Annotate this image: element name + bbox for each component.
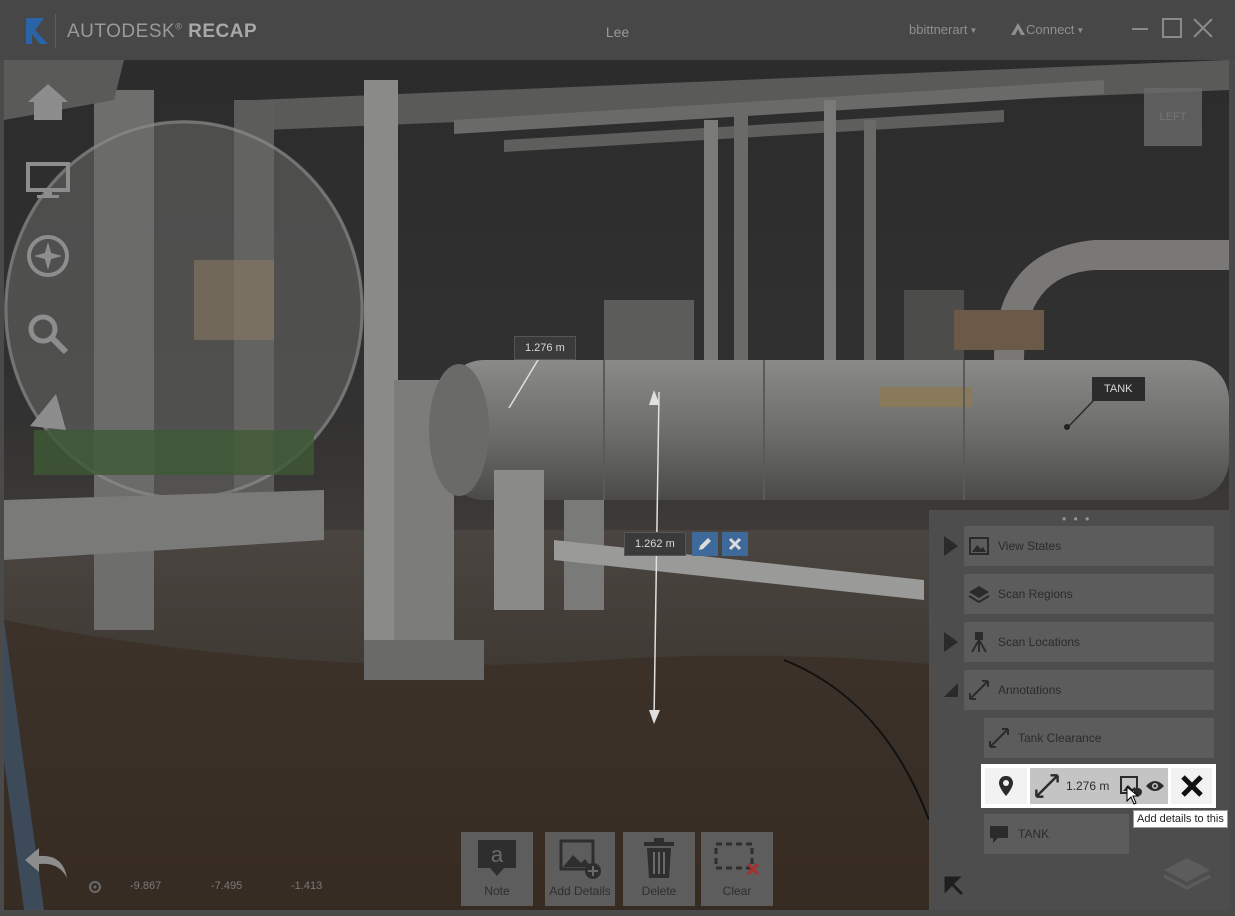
magnifier-icon (28, 314, 69, 355)
annotations-item[interactable]: Annotations (964, 670, 1214, 710)
view-states-item[interactable]: View States (964, 526, 1214, 566)
measure-diagonal-icon (968, 679, 990, 701)
view-states-label: View States (998, 539, 1062, 553)
delete-button[interactable]: Delete (623, 832, 695, 906)
delete-measurement-button[interactable] (722, 532, 748, 556)
user-menu[interactable]: bbittnerart ▼ (909, 22, 977, 37)
expand-arrow-icon[interactable] (944, 536, 958, 556)
scan-locations-label: Scan Locations (998, 635, 1081, 649)
view-cube-face-label: LEFT (1159, 111, 1187, 123)
cone-icon (30, 394, 66, 430)
selected-measurement-row[interactable]: 1.276 m (981, 764, 1216, 808)
trash-icon (644, 838, 674, 878)
measurement-label[interactable]: 1.276 m (514, 336, 576, 360)
view-cube[interactable]: LEFT (1144, 88, 1202, 146)
zoom-button[interactable] (24, 310, 72, 358)
clear-label: Clear (722, 884, 752, 898)
target-icon (89, 881, 101, 893)
compass-icon (27, 235, 69, 277)
scan-regions-item[interactable]: Scan Regions (964, 574, 1214, 614)
note-button[interactable]: a Note (461, 832, 533, 906)
add-details-button[interactable]: Add Details (545, 832, 615, 906)
close-icon[interactable] (1191, 16, 1215, 40)
limit-box-button[interactable] (24, 388, 72, 436)
coord-y: -7.495 (211, 880, 243, 892)
clear-selection-icon (714, 842, 760, 876)
undo-arrow-icon (25, 848, 67, 878)
minimize-icon[interactable] (1128, 16, 1152, 40)
speech-bubble-icon (988, 823, 1010, 845)
pencil-icon (699, 538, 711, 550)
collapse-arrow-icon[interactable] (944, 683, 958, 697)
title-bar: AUTODESK® RECAP Lee bbittnerart ▼ Connect… (0, 0, 1235, 60)
image-icon (968, 535, 990, 557)
tooltip: Add details to this (1133, 810, 1228, 828)
connect-menu[interactable]: Connect ▼ (1010, 22, 1084, 37)
tank-note-item[interactable]: TANK (984, 814, 1129, 854)
scan-locations-item[interactable]: Scan Locations (964, 622, 1214, 662)
add-details-label: Add Details (549, 884, 611, 898)
clear-button[interactable]: Clear (701, 832, 773, 906)
autodesk-a-icon (1011, 23, 1025, 35)
delete-label: Delete (641, 884, 677, 898)
home-icon (28, 84, 68, 120)
coord-z: -1.413 (291, 880, 323, 892)
note-glyph: a (491, 842, 504, 867)
add-image-icon (559, 839, 601, 879)
undock-arrow-icon[interactable] (942, 874, 964, 896)
locate-button[interactable] (985, 768, 1027, 804)
edit-measurement-button[interactable] (692, 532, 718, 556)
close-icon (728, 537, 742, 551)
map-pin-icon (999, 776, 1013, 796)
measure-diagonal-icon (1035, 774, 1059, 798)
home-view-button[interactable] (24, 78, 72, 126)
chevron-down-icon: ▼ (969, 26, 978, 36)
coord-x: -9.867 (130, 880, 162, 892)
display-settings-button[interactable] (24, 156, 72, 204)
layers-icon (968, 583, 990, 605)
measurement-label[interactable]: 1.262 m (624, 532, 686, 556)
note-label: Note (484, 884, 510, 898)
note-icon: a (478, 840, 516, 876)
tank-note-label: TANK (1018, 827, 1050, 841)
panel-resize-handle[interactable]: • • • (1062, 512, 1091, 526)
close-icon (1180, 775, 1203, 797)
annotations-label: Annotations (998, 683, 1062, 697)
measure-diagonal-icon (988, 727, 1010, 749)
eye-icon[interactable] (1145, 779, 1165, 793)
scanner-tripod-icon (968, 631, 990, 653)
measurement-entry[interactable]: 1.276 m (1030, 768, 1168, 804)
undo-button[interactable] (22, 838, 70, 886)
mouse-cursor-icon (1126, 786, 1140, 805)
maximize-icon[interactable] (1160, 16, 1184, 40)
measurement-value: 1.276 m (1066, 779, 1110, 793)
chevron-down-icon: ▼ (1076, 26, 1085, 36)
tank-annotation-tag[interactable]: TANK (1092, 377, 1145, 401)
layers-stack-icon[interactable] (1162, 856, 1212, 890)
scan-regions-label: Scan Regions (998, 587, 1073, 601)
expand-arrow-icon[interactable] (944, 632, 958, 652)
monitor-icon (26, 162, 70, 198)
remove-measurement-button[interactable] (1171, 768, 1212, 804)
tank-clearance-item[interactable]: Tank Clearance (984, 718, 1214, 758)
tank-clearance-label: Tank Clearance (1018, 731, 1102, 745)
navigation-wheel-button[interactable] (24, 232, 72, 280)
